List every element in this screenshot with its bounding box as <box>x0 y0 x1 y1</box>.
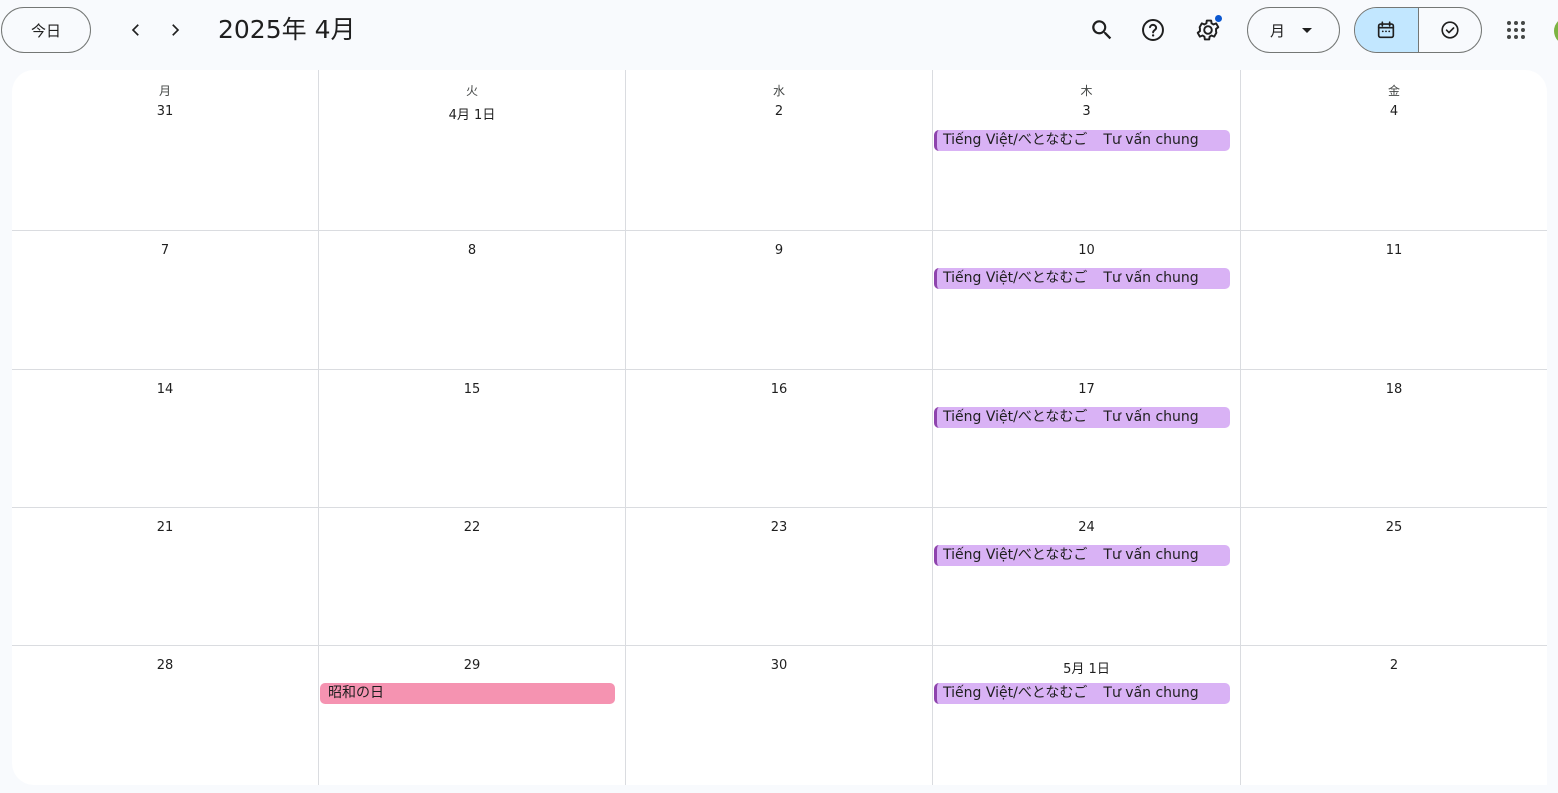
current-month-title: 2025年 4月 <box>218 15 356 44</box>
weekday-label: 水 <box>772 84 785 98</box>
event-title: Tiếng Việt/べとなむご <box>943 685 1088 701</box>
day-number[interactable]: 24 <box>933 520 1240 535</box>
dropdown-caret-icon <box>1302 28 1312 33</box>
event-title: Tiếng Việt/べとなむご <box>943 547 1088 563</box>
day-cell[interactable]: 火 4月 1日 <box>319 70 626 231</box>
day-number[interactable]: 2 <box>1241 658 1547 673</box>
day-number[interactable]: 29 <box>319 658 625 673</box>
day-cell[interactable]: 16 <box>626 370 933 508</box>
day-number[interactable]: 3 <box>933 104 1240 119</box>
top-toolbar: 今日 2025年 4月 月 <box>0 0 1558 62</box>
event-chip[interactable]: Tiếng Việt/べとなむご Tư vấn chung <box>934 268 1230 289</box>
notification-dot <box>1214 14 1223 23</box>
day-number[interactable]: 11 <box>1241 243 1547 258</box>
month-grid: 月 31 火 4月 1日水 2 木 3 金 4 7 8 9 10 11 14 15 16 17 18 21 22 23 24… <box>12 70 1547 785</box>
day-number[interactable]: 31 <box>12 104 318 119</box>
day-number[interactable]: 21 <box>12 520 318 535</box>
day-cell[interactable]: 21 <box>12 508 319 646</box>
day-number[interactable]: 25 <box>1241 520 1547 535</box>
weekday-label: 火 <box>465 84 478 98</box>
day-number[interactable]: 22 <box>319 520 625 535</box>
search-button[interactable] <box>1082 10 1122 50</box>
event-title: Tiếng Việt/べとなむご <box>943 132 1088 148</box>
event-title: 昭和の日 <box>328 685 384 701</box>
day-cell[interactable]: 5月 1日 <box>933 646 1241 785</box>
day-number[interactable]: 28 <box>12 658 318 673</box>
weekday-label: 木 <box>1080 84 1093 98</box>
day-cell[interactable]: 2 <box>1241 646 1547 785</box>
event-chip[interactable]: Tiếng Việt/べとなむご Tư vấn chung <box>934 683 1230 704</box>
help-icon <box>1142 19 1164 41</box>
day-cell[interactable]: 18 <box>1241 370 1547 508</box>
day-number[interactable]: 5月 1日 <box>933 658 1240 677</box>
day-number[interactable]: 10 <box>933 243 1240 258</box>
next-month-button[interactable] <box>157 12 193 48</box>
day-number[interactable]: 23 <box>626 520 932 535</box>
day-number[interactable]: 2 <box>626 104 932 119</box>
apps-grid-icon <box>1507 21 1525 39</box>
chevron-right-icon <box>172 24 180 36</box>
weekday-label: 金 <box>1387 84 1400 98</box>
event-subtitle: Tư vấn chung <box>1103 270 1199 286</box>
day-cell[interactable]: 17 <box>933 370 1241 508</box>
day-cell[interactable]: 月 31 <box>12 70 319 231</box>
day-number[interactable]: 8 <box>319 243 625 258</box>
chevron-left-icon <box>131 24 139 36</box>
day-cell[interactable]: 24 <box>933 508 1241 646</box>
event-title: Tiếng Việt/べとなむご <box>943 270 1088 286</box>
day-number[interactable]: 30 <box>626 658 932 673</box>
help-button[interactable] <box>1133 10 1173 50</box>
today-button[interactable]: 今日 <box>1 7 91 53</box>
view-selector-label: 月 <box>1270 21 1286 40</box>
calendar-view-button[interactable] <box>1355 8 1418 52</box>
tasks-view-button[interactable] <box>1417 8 1482 52</box>
google-apps-button[interactable] <box>1496 10 1536 50</box>
day-cell[interactable]: 9 <box>626 231 933 370</box>
calendar-icon <box>1378 21 1395 39</box>
task-check-icon <box>1441 21 1459 39</box>
day-number[interactable]: 7 <box>12 243 318 258</box>
day-cell[interactable]: 14 <box>12 370 319 508</box>
day-number[interactable]: 14 <box>12 382 318 397</box>
day-cell[interactable]: 7 <box>12 231 319 370</box>
day-number[interactable]: 16 <box>626 382 932 397</box>
event-chip[interactable]: Tiếng Việt/べとなむご Tư vấn chung <box>934 545 1230 566</box>
day-number[interactable]: 17 <box>933 382 1240 397</box>
day-cell[interactable]: 水2 <box>626 70 933 231</box>
day-cell[interactable]: 金4 <box>1241 70 1547 231</box>
event-chip[interactable]: Tiếng Việt/べとなむご Tư vấn chung <box>934 130 1230 151</box>
event-chip[interactable]: 昭和の日 <box>320 683 615 704</box>
day-cell[interactable]: 8 <box>319 231 626 370</box>
event-subtitle: Tư vấn chung <box>1103 409 1199 425</box>
event-title: Tiếng Việt/べとなむご <box>943 409 1088 425</box>
day-cell[interactable]: 22 <box>319 508 626 646</box>
day-cell[interactable]: 23 <box>626 508 933 646</box>
event-subtitle: Tư vấn chung <box>1103 547 1199 563</box>
view-selector-dropdown[interactable]: 月 <box>1247 7 1340 53</box>
event-subtitle: Tư vấn chung <box>1103 132 1199 148</box>
day-cell[interactable]: 25 <box>1241 508 1547 646</box>
weekday-label: 月 <box>158 84 171 98</box>
day-cell[interactable]: 11 <box>1241 231 1547 370</box>
account-avatar[interactable] <box>1554 17 1558 45</box>
day-cell[interactable]: 30 <box>626 646 933 785</box>
day-number[interactable]: 15 <box>319 382 625 397</box>
previous-month-button[interactable] <box>118 12 154 48</box>
day-number[interactable]: 9 <box>626 243 932 258</box>
event-subtitle: Tư vấn chung <box>1103 685 1199 701</box>
settings-button[interactable] <box>1188 10 1228 50</box>
search-icon <box>1092 20 1112 40</box>
day-cell[interactable]: 10 <box>933 231 1241 370</box>
day-number[interactable]: 4 <box>1241 104 1547 119</box>
day-number[interactable]: 4月 1日 <box>319 104 625 123</box>
day-cell[interactable]: 29 <box>319 646 626 785</box>
day-cell[interactable]: 15 <box>319 370 626 508</box>
view-toggle <box>1354 7 1482 53</box>
day-cell[interactable]: 28 <box>12 646 319 785</box>
event-chip[interactable]: Tiếng Việt/べとなむご Tư vấn chung <box>934 407 1230 428</box>
day-number[interactable]: 18 <box>1241 382 1547 397</box>
